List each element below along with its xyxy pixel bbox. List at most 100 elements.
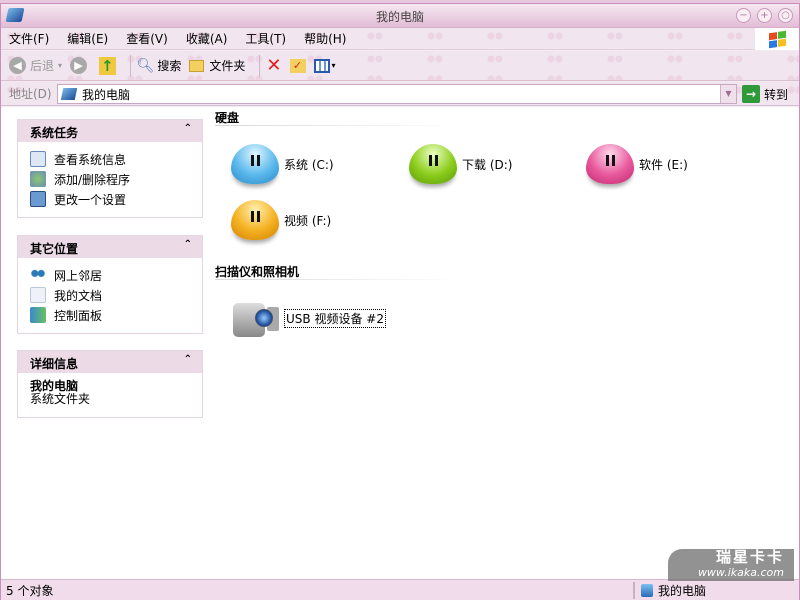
watermark-brand: 瑞星卡卡	[715, 548, 784, 566]
back-button[interactable]: ◀ 后退 ▾	[9, 57, 62, 74]
control-panel-icon	[30, 307, 46, 323]
menu-favorites[interactable]: 收藏(A)	[186, 30, 228, 47]
place-label: 控制面板	[54, 308, 103, 323]
explorer-window: 我的电脑 − + ○ 文件(F) 编辑(E) 查看(V) 收藏(A) 工具(T)…	[0, 3, 800, 600]
collapse-icon[interactable]: ⌃	[184, 239, 192, 250]
drive-icon	[586, 144, 634, 184]
task-label: 更改一个设置	[54, 192, 127, 207]
details-header[interactable]: 详细信息 ⌃	[18, 351, 202, 373]
device-label: USB 视频设备 #2	[284, 308, 386, 328]
address-bar: 地址(D) 我的电脑 ▼ → 转到	[1, 82, 799, 106]
back-arrow-icon: ◀	[9, 57, 26, 74]
usb-video-device[interactable]: USB 视频设备 #2	[231, 297, 386, 339]
panel-title: 详细信息	[30, 357, 79, 371]
maximize-button[interactable]: +	[757, 8, 772, 23]
camcorder-icon	[231, 297, 281, 339]
task-add-remove-programs[interactable]: 添加/删除程序	[30, 169, 202, 189]
task-label: 添加/删除程序	[54, 172, 131, 187]
dropdown-arrow-icon: ▾	[331, 61, 336, 70]
drive-label: 系统 (C:)	[284, 157, 334, 172]
drive-f[interactable]: 视频 (F:)	[231, 200, 331, 240]
menu-tools[interactable]: 工具(T)	[245, 30, 286, 47]
place-label: 我的文档	[54, 288, 103, 303]
title-bar: 我的电脑 − + ○	[1, 4, 799, 28]
place-my-documents[interactable]: 我的文档	[30, 285, 202, 305]
add-remove-programs-icon	[30, 171, 46, 187]
folders-button[interactable]: 文件夹	[189, 57, 245, 74]
close-button[interactable]: ○	[778, 8, 793, 23]
control-setting-icon	[30, 191, 46, 207]
drive-e[interactable]: 软件 (E:)	[586, 144, 688, 184]
section-divider	[215, 279, 461, 280]
menu-help[interactable]: 帮助(H)	[304, 30, 346, 47]
toolbar: ◀ 后退 ▾ ▶ ↑ 🔍︎ 搜索 文件夹 ✕ ✓ ▾	[1, 51, 799, 81]
my-computer-icon	[641, 584, 653, 597]
my-computer-icon	[60, 88, 78, 100]
collapse-icon[interactable]: ⌃	[184, 123, 192, 134]
system-info-icon	[30, 151, 46, 167]
window-title: 我的电脑	[375, 10, 424, 24]
section-divider	[215, 125, 461, 126]
search-label: 搜索	[157, 59, 182, 73]
status-location: 我的电脑	[633, 582, 706, 599]
up-folder-icon: ↑	[99, 56, 116, 75]
menu-view[interactable]: 查看(V)	[126, 30, 168, 47]
other-places-header[interactable]: 其它位置 ⌃	[18, 236, 202, 258]
menu-bar: 文件(F) 编辑(E) 查看(V) 收藏(A) 工具(T) 帮助(H)	[1, 28, 799, 50]
properties-button[interactable]: ✓	[289, 58, 306, 73]
menu-file[interactable]: 文件(F)	[9, 30, 49, 47]
address-input[interactable]: 我的电脑 ▼	[57, 84, 737, 104]
status-bar: 5 个对象 我的电脑	[1, 579, 799, 600]
drive-icon	[231, 144, 279, 184]
my-documents-icon	[30, 287, 46, 303]
collapse-icon[interactable]: ⌃	[184, 354, 192, 365]
status-location-label: 我的电脑	[658, 584, 707, 598]
delete-button[interactable]: ✕	[266, 55, 281, 76]
task-view-system-info[interactable]: 查看系统信息	[30, 149, 202, 169]
address-value: 我的电脑	[82, 87, 131, 102]
panel-title: 其它位置	[30, 242, 79, 256]
views-button[interactable]: ▾	[313, 58, 336, 73]
delete-icon: ✕	[266, 55, 282, 76]
place-network[interactable]: 网上邻居	[30, 265, 202, 285]
content-area: 系统任务 ⌃ 查看系统信息 添加/删除程序 更改一个设置 其它位置 ⌃ 网上邻居 我…	[1, 107, 799, 579]
address-label: 地址(D)	[9, 87, 52, 101]
toolbar-separator	[259, 54, 261, 77]
details-panel: 详细信息 ⌃ 我的电脑 系统文件夹	[17, 350, 203, 418]
task-label: 查看系统信息	[54, 152, 127, 167]
back-label: 后退	[30, 59, 55, 73]
panel-title: 系统任务	[30, 126, 79, 140]
watermark: 瑞星卡卡 www.ikaka.com	[668, 549, 794, 581]
object-count: 5 个对象	[6, 583, 54, 598]
details-type: 系统文件夹	[30, 392, 91, 406]
up-folder-button[interactable]: ↑	[99, 56, 116, 75]
minimize-button[interactable]: −	[736, 8, 751, 23]
drive-label: 视频 (F:)	[284, 213, 332, 228]
other-places-panel: 其它位置 ⌃ 网上邻居 我的文档 控制面板	[17, 235, 203, 334]
go-button[interactable]: → 转到	[742, 85, 788, 103]
drive-label: 软件 (E:)	[639, 157, 688, 172]
system-tasks-header[interactable]: 系统任务 ⌃	[18, 120, 202, 142]
properties-icon: ✓	[289, 58, 306, 73]
drive-label: 下载 (D:)	[462, 157, 513, 172]
address-dropdown-button[interactable]: ▼	[720, 85, 736, 103]
place-control-panel[interactable]: 控制面板	[30, 305, 202, 325]
forward-button[interactable]: ▶	[70, 57, 91, 74]
section-hard-disks: 硬盘	[215, 111, 240, 125]
drive-d[interactable]: 下载 (D:)	[409, 144, 512, 184]
search-button[interactable]: 🔍︎ 搜索	[137, 57, 182, 74]
place-label: 网上邻居	[54, 268, 103, 283]
toolbar-separator	[129, 54, 131, 77]
menu-edit[interactable]: 编辑(E)	[67, 30, 108, 47]
task-change-setting[interactable]: 更改一个设置	[30, 189, 202, 209]
drive-c[interactable]: 系统 (C:)	[231, 144, 334, 184]
drive-icon	[409, 144, 457, 184]
windows-logo	[755, 28, 799, 50]
system-tasks-panel: 系统任务 ⌃ 查看系统信息 添加/删除程序 更改一个设置	[17, 119, 203, 218]
folders-label: 文件夹	[209, 59, 246, 73]
folder-icon	[189, 59, 205, 72]
go-label: 转到	[764, 87, 789, 102]
go-arrow-icon: →	[742, 85, 760, 103]
views-icon	[313, 58, 330, 73]
watermark-url: www.ikaka.com	[697, 566, 784, 579]
